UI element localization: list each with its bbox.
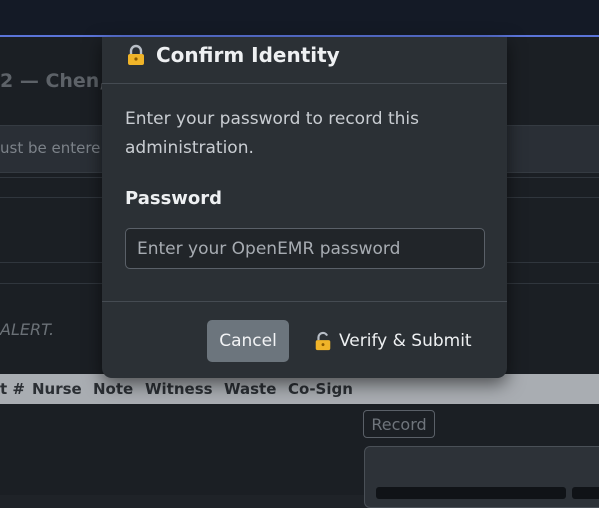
- modal-title: Confirm Identity: [125, 43, 340, 67]
- column-header-cosign: Co-Sign: [288, 380, 353, 398]
- cancel-button[interactable]: Cancel: [207, 320, 289, 362]
- column-header-note: Note: [93, 380, 134, 398]
- lock-icon: [128, 44, 144, 65]
- modal-header: Confirm Identity: [102, 37, 507, 84]
- password-input[interactable]: [125, 228, 485, 269]
- column-header-waste: Waste: [224, 380, 277, 398]
- column-header-witness: Witness: [145, 380, 213, 398]
- unlock-icon: [315, 331, 331, 351]
- warning-text: ust be entere: [0, 139, 101, 157]
- modal-footer: Cancel Verify & Submit: [102, 301, 507, 379]
- column-header-nurse: Nurse: [32, 380, 82, 398]
- modal-title-text: Confirm Identity: [156, 43, 340, 67]
- top-navbar: [0, 0, 599, 37]
- verify-submit-button[interactable]: Verify & Submit: [305, 320, 480, 362]
- password-label: Password: [125, 188, 223, 209]
- confirm-identity-modal: Confirm Identity Enter your password to …: [102, 37, 507, 378]
- column-header-lot: t #: [0, 380, 25, 398]
- record-button[interactable]: Record: [363, 410, 435, 438]
- panel-input[interactable]: [572, 487, 599, 499]
- verify-submit-label: Verify & Submit: [339, 331, 472, 351]
- modal-instructions: Enter your password to record this admin…: [125, 109, 419, 158]
- alert-text: ALERT.: [0, 320, 55, 339]
- panel-input[interactable]: [376, 487, 566, 499]
